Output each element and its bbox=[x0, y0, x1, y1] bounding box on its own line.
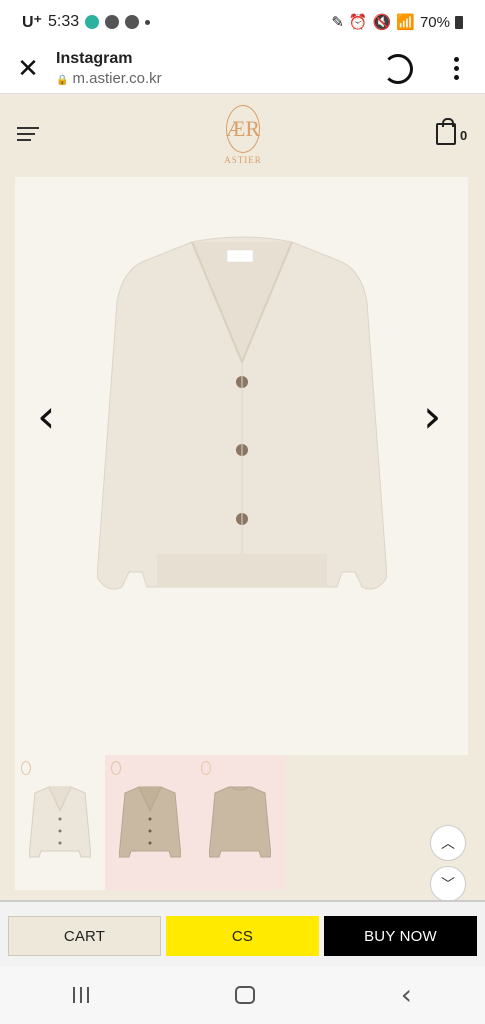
status-bar: U⁺ 5:33 ✎ ⏰ 🔇 📶 70% bbox=[0, 0, 485, 44]
home-icon[interactable] bbox=[234, 986, 255, 1004]
product-image-main: ‹ › bbox=[15, 177, 468, 755]
cart-button[interactable]: CART bbox=[8, 916, 161, 956]
more-options-icon[interactable] bbox=[441, 44, 471, 94]
buy-now-button[interactable]: BUY NOW bbox=[324, 916, 477, 956]
logo-mark: ÆR bbox=[226, 105, 260, 153]
thumbnail-3[interactable] bbox=[195, 755, 285, 890]
lock-icon: 🔒 bbox=[56, 75, 69, 86]
purchase-action-bar: CART CS BUY NOW bbox=[0, 900, 485, 966]
next-image-icon[interactable]: › bbox=[423, 393, 449, 439]
thumbnail-2[interactable] bbox=[105, 755, 195, 890]
system-nav-bar: ‹ bbox=[0, 966, 485, 1024]
mute-icon: 🔇 bbox=[372, 14, 392, 31]
notification-icon bbox=[105, 15, 120, 29]
cs-button[interactable]: CS bbox=[166, 916, 319, 956]
battery-icon bbox=[455, 15, 463, 29]
brand-logo[interactable]: ÆR ASTIER bbox=[220, 105, 266, 169]
carrier-label: U⁺ bbox=[22, 14, 42, 31]
close-icon[interactable]: ✕ bbox=[0, 44, 56, 94]
app-notification-icon bbox=[85, 15, 100, 29]
thumb-logo-icon bbox=[21, 761, 31, 775]
thumb-cardigan-back bbox=[209, 786, 271, 858]
url-text: m.astier.co.kr bbox=[72, 70, 162, 87]
brand-name: ASTIER bbox=[224, 155, 262, 165]
thumb-cardigan-ivory bbox=[29, 786, 91, 858]
thumb-cardigan-beige bbox=[119, 786, 181, 858]
recent-apps-icon[interactable] bbox=[72, 987, 89, 1003]
wifi-icon: 📶 bbox=[396, 14, 415, 31]
browser-title-block: Instagram 🔒 m.astier.co.kr bbox=[56, 50, 383, 87]
site-header: ÆR ASTIER 0 bbox=[0, 95, 485, 177]
settings-notification-icon bbox=[125, 15, 140, 29]
thumb-logo-icon bbox=[201, 761, 211, 775]
clock: 5:33 bbox=[48, 13, 80, 30]
browser-title: Instagram bbox=[56, 50, 133, 67]
hamburger-menu-icon[interactable] bbox=[17, 127, 39, 143]
status-right: ✎ ⏰ 🔇 📶 70% bbox=[331, 13, 463, 31]
browser-toolbar: ✕ Instagram 🔒 m.astier.co.kr bbox=[0, 44, 485, 94]
back-icon[interactable]: ‹ bbox=[401, 981, 412, 1009]
pen-icon: ✎ bbox=[331, 14, 344, 31]
scroll-up-icon[interactable]: ︿ bbox=[430, 825, 466, 861]
more-notifications-icon bbox=[145, 19, 151, 25]
thumbnail-1[interactable] bbox=[15, 755, 105, 890]
thumbnail-strip bbox=[15, 755, 468, 890]
alarm-icon: ⏰ bbox=[348, 14, 368, 31]
thumb-logo-icon bbox=[111, 761, 121, 775]
speed-icon[interactable] bbox=[383, 53, 413, 84]
status-left: U⁺ 5:33 bbox=[22, 12, 151, 32]
shopping-bag-icon[interactable] bbox=[436, 118, 456, 145]
prev-image-icon[interactable]: ‹ bbox=[37, 393, 63, 439]
scroll-down-icon[interactable]: ﹀ bbox=[430, 866, 466, 902]
cart-count[interactable]: 0 bbox=[460, 128, 467, 143]
url-display: 🔒 m.astier.co.kr bbox=[56, 70, 383, 87]
cardigan-image bbox=[97, 236, 387, 590]
battery-level: 70% bbox=[419, 13, 450, 31]
